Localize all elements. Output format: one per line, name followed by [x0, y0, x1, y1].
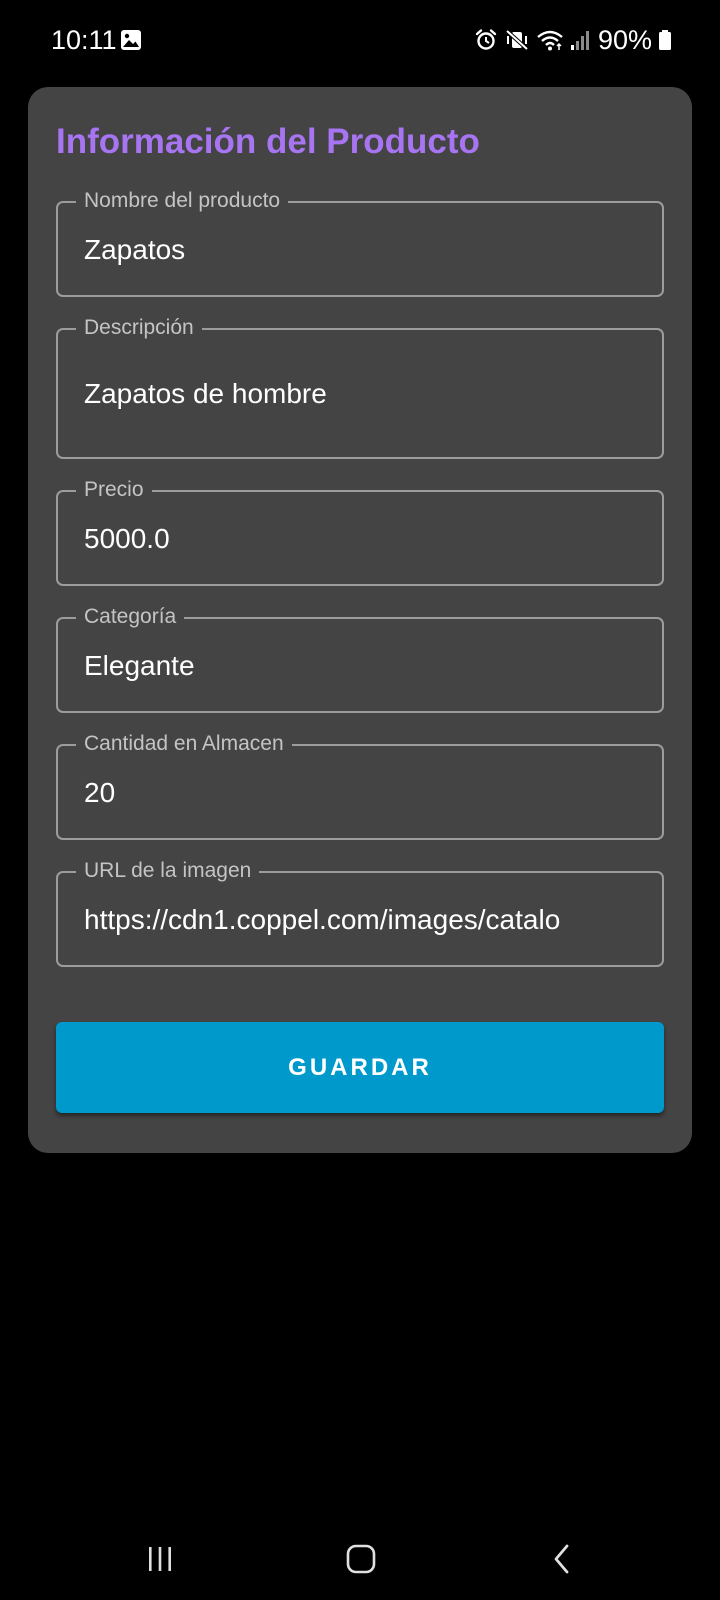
product-name-field[interactable]: Nombre del producto Zapatos: [56, 187, 664, 297]
stock-quantity-label: Cantidad en Almacen: [76, 730, 292, 758]
signal-icon: [570, 28, 590, 52]
price-value[interactable]: 5000.0: [84, 522, 638, 556]
price-field[interactable]: Precio 5000.0: [56, 476, 664, 586]
category-label: Categoría: [76, 603, 185, 631]
save-button[interactable]: GUARDAR: [56, 1022, 664, 1113]
description-label: Descripción: [76, 314, 202, 342]
description-field[interactable]: Descripción Zapatos de hombre: [56, 314, 664, 459]
category-field[interactable]: Categoría Elegante: [56, 603, 664, 713]
stock-quantity-field[interactable]: Cantidad en Almacen 20: [56, 730, 664, 840]
alarm-icon: [474, 28, 498, 52]
form-title: Información del Producto: [56, 122, 480, 161]
product-name-label: Nombre del producto: [76, 187, 289, 215]
image-url-field[interactable]: URL de la imagen https://cdn1.coppel.com…: [56, 857, 664, 967]
category-value[interactable]: Elegante: [84, 649, 638, 683]
gallery-icon: [120, 29, 142, 51]
image-url-value[interactable]: https://cdn1.coppel.com/images/catalo: [84, 903, 638, 937]
image-url-label: URL de la imagen: [76, 857, 260, 885]
battery-percent: 90%: [597, 25, 652, 55]
stock-quantity-value[interactable]: 20: [84, 776, 638, 810]
system-nav-bar: [0, 1520, 720, 1600]
mute-vibrate-icon: [504, 28, 530, 52]
status-icons: 90%: [474, 24, 672, 56]
product-form-card: Información del Producto Nombre del prod…: [28, 87, 692, 1153]
product-name-value[interactable]: Zapatos: [84, 233, 638, 267]
status-time: 10:11: [51, 25, 117, 55]
description-value[interactable]: Zapatos de hombre: [84, 377, 638, 411]
status-bar: 10:11 90%: [0, 0, 720, 80]
price-label: Precio: [76, 476, 152, 504]
battery-icon: [658, 28, 672, 52]
wifi-icon: [536, 28, 564, 52]
